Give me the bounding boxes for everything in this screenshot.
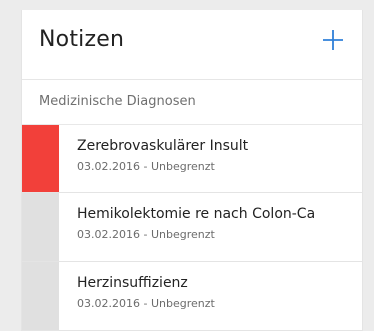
item-date: 03.02.2016 - Unbegrenzt	[77, 160, 215, 173]
diagnosis-list: Zerebrovaskulärer Insult 03.02.2016 - Un…	[22, 124, 362, 331]
status-bar	[22, 193, 59, 261]
section-label: Medizinische Diagnosen	[39, 94, 196, 109]
item-name: Zerebrovaskulärer Insult	[77, 138, 249, 154]
item-date: 03.02.2016 - Unbegrenzt	[77, 228, 215, 241]
list-item[interactable]: Hemikolektomie re nach Colon-Ca 03.02.20…	[22, 193, 362, 262]
card-header: Notizen	[22, 10, 362, 80]
item-name: Herzinsuffizienz	[77, 275, 188, 291]
page-title: Notizen	[39, 27, 125, 52]
item-name: Hemikolektomie re nach Colon-Ca	[77, 206, 316, 222]
add-note-button[interactable]	[322, 29, 344, 51]
status-bar	[22, 262, 59, 330]
plus-icon	[322, 29, 344, 51]
notes-card: Notizen Medizinische Diagnosen Zerebrova…	[21, 10, 363, 331]
status-bar	[22, 125, 59, 192]
item-date: 03.02.2016 - Unbegrenzt	[77, 297, 215, 310]
list-item[interactable]: Zerebrovaskulärer Insult 03.02.2016 - Un…	[22, 124, 362, 193]
list-item[interactable]: Herzinsuffizienz 03.02.2016 - Unbegrenzt	[22, 262, 362, 331]
